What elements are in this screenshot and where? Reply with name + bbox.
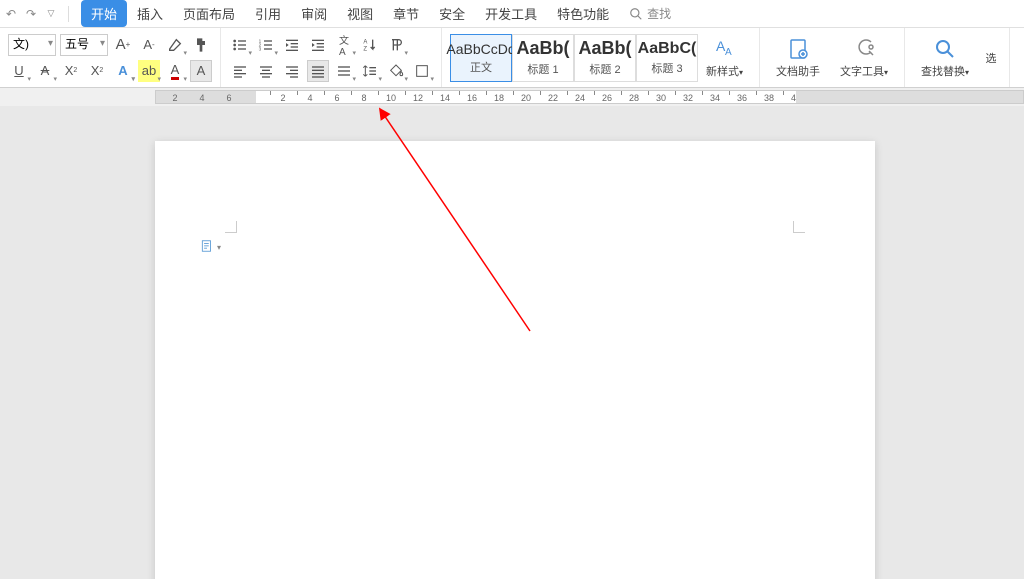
- tab-bar: ↶ ↷ ▽ 开始 插入 页面布局 引用 审阅 视图 章节 安全 开发工具 特色功…: [0, 0, 1024, 28]
- bullets-button[interactable]: [229, 34, 251, 56]
- search-placeholder: 查找: [647, 5, 671, 22]
- highlight-button[interactable]: ab: [138, 60, 160, 82]
- tab-insert[interactable]: 插入: [127, 0, 173, 27]
- font-color-button[interactable]: A: [164, 60, 186, 82]
- style-preview: AaBb(: [517, 38, 570, 59]
- ruler-area: 6422468101214161820222426283032343638404…: [0, 88, 1024, 106]
- margin-corner-tl: [225, 221, 237, 233]
- tab-chapter[interactable]: 章节: [383, 0, 429, 27]
- numbering-button[interactable]: 123: [255, 34, 277, 56]
- tab-start[interactable]: 开始: [81, 0, 127, 27]
- style-body[interactable]: AaBbCcDd 正文: [450, 34, 512, 82]
- style-preview: AaBb(: [579, 38, 632, 59]
- svg-text:A: A: [725, 47, 732, 58]
- style-heading2[interactable]: AaBb( 标题 2: [574, 34, 636, 82]
- redo-icon[interactable]: ↷: [24, 7, 38, 21]
- find-group: 查找替换▾ 选: [905, 28, 1010, 87]
- horizontal-ruler[interactable]: 6422468101214161820222426283032343638404…: [155, 90, 1024, 104]
- styles-group: AaBbCcDd 正文 AaBb( 标题 1 AaBb( 标题 2 AaBbC(…: [442, 28, 760, 87]
- tab-view[interactable]: 视图: [337, 0, 383, 27]
- find-replace-button[interactable]: 查找替换▾: [913, 33, 977, 83]
- subscript-button[interactable]: X2: [86, 60, 108, 82]
- align-center-button[interactable]: [255, 60, 277, 82]
- align-left-button[interactable]: [229, 60, 251, 82]
- align-right-button[interactable]: [281, 60, 303, 82]
- doc-assistant-button[interactable]: 文档助手: [768, 33, 828, 83]
- tab-layout[interactable]: 页面布局: [173, 0, 245, 27]
- font-size-select[interactable]: 五号: [60, 34, 108, 56]
- margin-corner-tr: [793, 221, 805, 233]
- new-style-label: 新样式▾: [706, 63, 743, 79]
- strikethrough-button[interactable]: A: [34, 60, 56, 82]
- find-replace-label: 查找替换▾: [921, 63, 969, 79]
- align-justify-button[interactable]: [307, 60, 329, 82]
- superscript-button[interactable]: X2: [60, 60, 82, 82]
- section-dropdown-icon[interactable]: ▾: [217, 243, 221, 252]
- distribute-button[interactable]: [333, 60, 355, 82]
- style-heading1[interactable]: AaBb( 标题 1: [512, 34, 574, 82]
- style-label: 标题 3: [651, 60, 682, 76]
- text-tools-label: 文字工具▾: [840, 63, 888, 79]
- select-label: 选: [986, 50, 997, 66]
- show-marks-button[interactable]: [385, 34, 407, 56]
- style-heading3[interactable]: AaBbC( 标题 3: [636, 34, 698, 82]
- style-preview: AaBbCcDd: [446, 41, 515, 57]
- text-tools-button[interactable]: 文字工具▾: [832, 33, 896, 83]
- svg-text:Z: Z: [363, 46, 367, 52]
- shading-button[interactable]: [385, 60, 407, 82]
- tools-group: 文档助手 文字工具▾: [760, 28, 905, 87]
- search-box[interactable]: 查找: [629, 5, 671, 22]
- underline-button[interactable]: U: [8, 60, 30, 82]
- document-page[interactable]: ▾: [155, 141, 875, 579]
- character-shading-button[interactable]: A: [190, 60, 212, 82]
- new-style-button[interactable]: AA 新样式▾: [698, 33, 751, 83]
- text-effects-button[interactable]: A: [112, 60, 134, 82]
- ribbon: 文) 五号 A+ A- U A X2 X2 A ab A A: [0, 28, 1024, 88]
- qat-dropdown-icon[interactable]: ▽: [44, 7, 58, 21]
- search-icon: [629, 7, 643, 21]
- tab-security[interactable]: 安全: [429, 0, 475, 27]
- document-area: ▾: [0, 106, 1024, 579]
- svg-text:A: A: [363, 39, 367, 45]
- line-spacing-button[interactable]: [359, 60, 381, 82]
- style-label: 标题 2: [589, 61, 620, 77]
- font-group: 文) 五号 A+ A- U A X2 X2 A ab A A: [0, 28, 221, 87]
- style-label: 正文: [470, 59, 492, 75]
- increase-indent-button[interactable]: [307, 34, 329, 56]
- asian-layout-button[interactable]: 文A: [333, 34, 355, 56]
- tab-review[interactable]: 审阅: [291, 0, 337, 27]
- style-preview: AaBbC(: [638, 40, 697, 58]
- separator: [68, 6, 69, 22]
- undo-icon[interactable]: ↶: [4, 7, 18, 21]
- tab-references[interactable]: 引用: [245, 0, 291, 27]
- borders-button[interactable]: [411, 60, 433, 82]
- svg-text:3: 3: [259, 46, 262, 51]
- tab-special[interactable]: 特色功能: [547, 0, 619, 27]
- section-break-icon[interactable]: [200, 239, 214, 253]
- format-painter-button[interactable]: [190, 34, 212, 56]
- sort-button[interactable]: AZ: [359, 34, 381, 56]
- style-label: 标题 1: [527, 61, 558, 77]
- select-button[interactable]: 选: [981, 46, 1001, 70]
- paragraph-group: 123 文A AZ: [221, 28, 442, 87]
- tab-dev[interactable]: 开发工具: [475, 0, 547, 27]
- grow-font-button[interactable]: A+: [112, 34, 134, 56]
- shrink-font-button[interactable]: A-: [138, 34, 160, 56]
- quick-access-toolbar: ↶ ↷ ▽: [4, 6, 73, 22]
- doc-assistant-label: 文档助手: [776, 63, 820, 79]
- font-name-select[interactable]: 文): [8, 34, 56, 56]
- clear-format-button[interactable]: [164, 34, 186, 56]
- decrease-indent-button[interactable]: [281, 34, 303, 56]
